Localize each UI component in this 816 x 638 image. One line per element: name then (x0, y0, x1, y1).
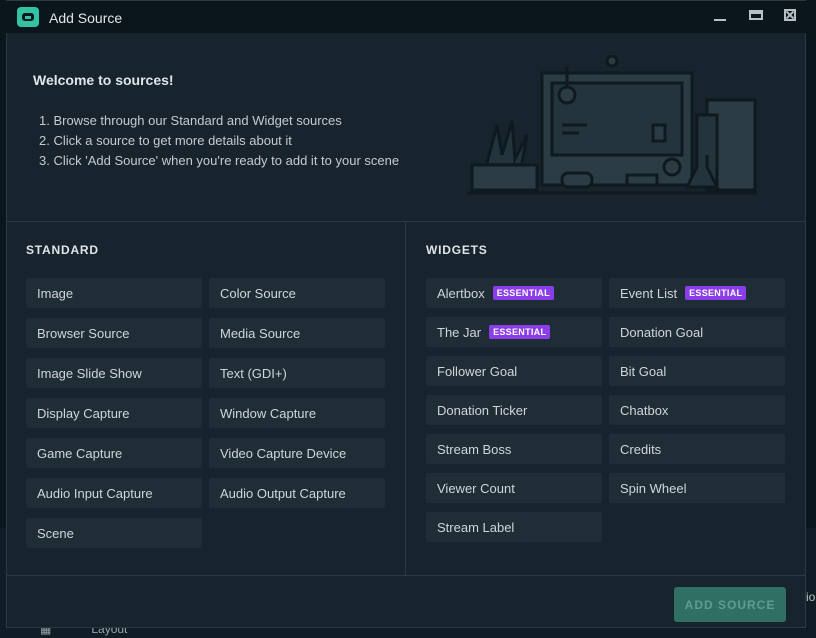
essential-badge: ESSENTIAL (492, 286, 554, 300)
widget-stream-label[interactable]: Stream Label (426, 512, 602, 542)
add-source-button[interactable]: ADD SOURCE (674, 587, 786, 622)
essential-badge: ESSENTIAL (489, 325, 551, 339)
widget-credits[interactable]: Credits (609, 434, 785, 464)
widget-donation-goal[interactable]: Donation Goal (609, 317, 785, 347)
widget-event-list[interactable]: Event List ESSENTIAL (609, 278, 785, 308)
widget-label: Follower Goal (437, 363, 518, 379)
source-video-capture-device[interactable]: Video Capture Device (209, 438, 385, 468)
widget-follower-goal[interactable]: Follower Goal (426, 356, 602, 386)
source-label: Audio Output Capture (220, 485, 346, 501)
widget-label: Stream Label (437, 519, 515, 535)
source-label: Display Capture (37, 405, 130, 421)
widget-bit-goal[interactable]: Bit Goal (609, 356, 785, 386)
source-label: Text (GDI+) (220, 365, 287, 381)
source-audio-input-capture[interactable]: Audio Input Capture (26, 478, 202, 508)
source-audio-output-capture[interactable]: Audio Output Capture (209, 478, 385, 508)
source-label: Scene (37, 525, 74, 541)
title-bar: Add Source (1, 1, 816, 33)
widget-label: Credits (620, 441, 662, 457)
source-label: Video Capture Device (220, 445, 347, 461)
widget-label: Bit Goal (620, 363, 667, 379)
maximize-icon (749, 10, 763, 20)
widget-label: Stream Boss (437, 441, 512, 457)
source-label: Color Source (220, 285, 296, 301)
widget-label: Donation Ticker (437, 402, 528, 418)
source-text-gdi[interactable]: Text (GDI+) (209, 358, 385, 388)
sources-illustration-icon (467, 55, 757, 195)
widget-label: The Jar (437, 324, 482, 340)
source-label: Image Slide Show (37, 365, 142, 381)
widget-alertbox[interactable]: Alertbox ESSENTIAL (426, 278, 602, 308)
widget-label: Spin Wheel (620, 480, 687, 496)
widget-label: Donation Goal (620, 324, 704, 340)
source-label: Media Source (220, 325, 301, 341)
widget-spin-wheel[interactable]: Spin Wheel (609, 473, 785, 503)
footer-divider (6, 575, 806, 576)
source-label: Image (37, 285, 74, 301)
widget-label: Viewer Count (437, 480, 515, 496)
source-scene[interactable]: Scene (26, 518, 202, 548)
widget-label: Alertbox (437, 285, 485, 301)
widget-the-jar[interactable]: The Jar ESSENTIAL (426, 317, 602, 347)
source-color-source[interactable]: Color Source (209, 278, 385, 308)
welcome-title: Welcome to sources! (33, 72, 174, 88)
widget-label: Chatbox (620, 402, 669, 418)
source-display-capture[interactable]: Display Capture (26, 398, 202, 428)
widget-viewer-count[interactable]: Viewer Count (426, 473, 602, 503)
widget-stream-boss[interactable]: Stream Boss (426, 434, 602, 464)
minimize-button[interactable] (709, 7, 731, 27)
source-label: Audio Input Capture (37, 485, 153, 501)
widget-chatbox[interactable]: Chatbox (609, 395, 785, 425)
source-label: Browser Source (37, 325, 130, 341)
close-button[interactable] (779, 7, 801, 27)
step-3: 3. Click 'Add Source' when you're ready … (39, 153, 400, 168)
step-2: 2. Click a source to get more details ab… (39, 133, 292, 148)
maximize-button[interactable] (745, 7, 767, 27)
background-text: io (806, 590, 816, 604)
widget-label: Event List (620, 285, 678, 301)
source-window-capture[interactable]: Window Capture (209, 398, 385, 428)
source-label: Game Capture (37, 445, 123, 461)
close-icon (784, 9, 796, 21)
header-divider (6, 221, 806, 222)
widget-donation-ticker[interactable]: Donation Ticker (426, 395, 602, 425)
source-image-slide-show[interactable]: Image Slide Show (26, 358, 202, 388)
column-divider (405, 222, 406, 575)
welcome-steps: 1. Browse through our Standard and Widge… (39, 111, 399, 171)
standard-section-title: STANDARD (26, 243, 99, 257)
widgets-section-title: WIDGETS (426, 243, 488, 257)
source-browser-source[interactable]: Browser Source (26, 318, 202, 348)
step-1: 1. Browse through our Standard and Widge… (39, 113, 342, 128)
minimize-icon (714, 19, 726, 21)
source-image[interactable]: Image (26, 278, 202, 308)
source-label: Window Capture (220, 405, 317, 421)
source-game-capture[interactable]: Game Capture (26, 438, 202, 468)
window-title: Add Source (49, 10, 123, 26)
essential-badge: ESSENTIAL (685, 286, 747, 300)
app-logo-icon (17, 7, 39, 27)
source-media-source[interactable]: Media Source (209, 318, 385, 348)
